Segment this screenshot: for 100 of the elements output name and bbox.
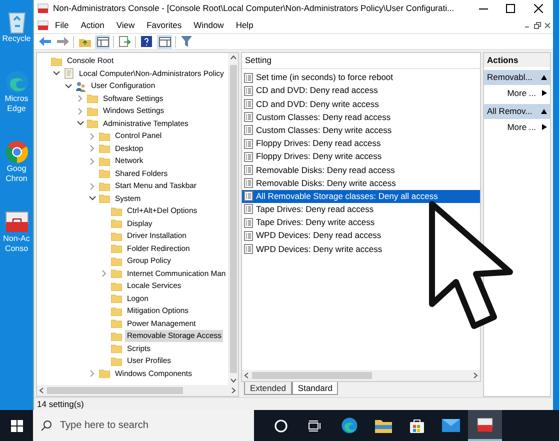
action-pane-icon[interactable] bbox=[157, 34, 172, 48]
policy-setting-icon bbox=[244, 218, 253, 228]
submenu-arrow-icon bbox=[542, 124, 547, 130]
action-label: More ... bbox=[507, 86, 536, 100]
setting-row[interactable]: Custom Classes: Deny write access bbox=[242, 124, 480, 137]
vertical-scrollbar[interactable] bbox=[228, 53, 238, 385]
action-link[interactable]: More ... bbox=[484, 85, 550, 101]
folder-icon bbox=[87, 106, 98, 116]
folder-icon bbox=[51, 56, 62, 66]
folder-icon[interactable] bbox=[374, 418, 392, 432]
setting-row[interactable]: Floppy Drives: Deny write access bbox=[242, 150, 480, 164]
back-icon[interactable] bbox=[37, 34, 52, 48]
desktop-icon-label: Non-Ac bbox=[3, 234, 30, 244]
menu-item[interactable]: Action bbox=[80, 18, 104, 32]
chevron-down-icon[interactable] bbox=[76, 121, 84, 126]
folder-icon bbox=[111, 356, 122, 366]
export-icon[interactable] bbox=[117, 34, 132, 48]
setting-row[interactable]: Floppy Drives: Deny read access bbox=[242, 136, 480, 150]
folder-icon bbox=[111, 206, 122, 216]
menu-item[interactable]: View bbox=[116, 18, 135, 32]
folder-icon bbox=[111, 244, 122, 254]
chevron-down-icon[interactable] bbox=[88, 196, 96, 202]
toolbox-icon[interactable] bbox=[37, 20, 49, 30]
folder-icon bbox=[111, 319, 122, 328]
chevron-right-icon[interactable] bbox=[90, 182, 94, 190]
chevron-right-icon[interactable] bbox=[78, 95, 82, 102]
menu-item[interactable]: Help bbox=[236, 18, 254, 32]
restore-icon[interactable] bbox=[534, 22, 541, 28]
chevron-right-icon[interactable] bbox=[90, 158, 94, 165]
section-header[interactable]: Removabl... bbox=[484, 70, 550, 85]
folder-icon bbox=[99, 132, 110, 141]
setting-row[interactable]: All Removable Storage classes: Deny all access bbox=[242, 190, 480, 203]
menu-item[interactable]: File bbox=[55, 18, 69, 32]
folder-icon bbox=[99, 369, 110, 378]
chevron-right-icon[interactable] bbox=[78, 108, 82, 115]
users-icon bbox=[75, 80, 86, 92]
column-header[interactable]: Setting bbox=[245, 54, 272, 67]
windows-logo-icon bbox=[10, 420, 22, 432]
setting-row[interactable]: CD and DVD: Deny write access bbox=[242, 97, 480, 111]
search-field[interactable]: Type here to search bbox=[33, 410, 254, 441]
maximize-icon[interactable] bbox=[506, 4, 515, 13]
setting-row[interactable]: Removable Disks: Deny write access bbox=[242, 176, 480, 190]
folder-icon bbox=[87, 94, 98, 104]
chevron-right-icon[interactable] bbox=[90, 132, 94, 140]
status-text: 14 setting(s) bbox=[37, 398, 84, 410]
collapse-icon[interactable] bbox=[541, 109, 547, 114]
policy-setting-icon bbox=[244, 164, 253, 175]
window-title: Non-Administrators Console - [Console Root\Local Computer\Non-Administrators Policy\User Configurati... bbox=[53, 2, 456, 15]
setting-row[interactable]: Tape Drives: Deny read access bbox=[242, 202, 480, 216]
toolbox-icon[interactable] bbox=[4, 210, 30, 234]
task-view-icon[interactable] bbox=[308, 420, 322, 432]
chevron-down-icon[interactable] bbox=[52, 71, 60, 76]
policy-setting-icon bbox=[244, 125, 253, 136]
menu-item[interactable]: Window bbox=[194, 18, 224, 32]
desktop-icon-label: Chron bbox=[6, 174, 28, 184]
collapse-icon[interactable] bbox=[541, 75, 547, 80]
folder-icon bbox=[99, 194, 110, 204]
toolbox-icon[interactable] bbox=[476, 416, 494, 432]
help-icon[interactable] bbox=[139, 34, 154, 48]
desktop-icon-label: Micros bbox=[4, 94, 28, 104]
folder-icon bbox=[111, 344, 122, 354]
menu-item[interactable]: Favorites bbox=[146, 18, 182, 32]
setting-row[interactable]: WPD Devices: Deny read access bbox=[242, 229, 480, 242]
tree-pane-icon[interactable] bbox=[95, 34, 110, 48]
action-link[interactable]: More ... bbox=[484, 119, 550, 135]
folder-icon bbox=[99, 182, 110, 191]
chrome-icon[interactable] bbox=[4, 140, 28, 164]
setting-row[interactable]: Set time (in seconds) to force reboot bbox=[242, 71, 480, 84]
forward-icon[interactable] bbox=[55, 34, 70, 48]
horizontal-scrollbar[interactable] bbox=[242, 370, 480, 381]
chevron-right-icon[interactable] bbox=[90, 370, 94, 378]
policy-setting-icon bbox=[244, 72, 253, 83]
shopping-bag-icon[interactable] bbox=[409, 418, 425, 434]
chevron-right-icon[interactable] bbox=[102, 270, 106, 278]
action-label: More ... bbox=[507, 120, 536, 134]
policy-setting-icon bbox=[244, 152, 253, 162]
chevron-down-icon[interactable] bbox=[64, 84, 72, 89]
policy-setting-icon bbox=[244, 178, 253, 188]
circle-icon[interactable] bbox=[274, 418, 288, 432]
section-header[interactable]: All Remov... bbox=[484, 104, 550, 119]
folder-icon bbox=[111, 294, 122, 304]
taskbar-button[interactable] bbox=[468, 410, 502, 441]
desktop-icon-label: Edge bbox=[7, 104, 26, 114]
folder-icon bbox=[87, 119, 98, 128]
folder-icon bbox=[111, 269, 122, 278]
folder-icon bbox=[99, 156, 110, 166]
setting-row[interactable]: Custom Classes: Deny read access bbox=[242, 110, 480, 124]
tab[interactable]: Standard bbox=[292, 382, 338, 395]
folder-icon bbox=[111, 219, 122, 228]
tab[interactable]: Extended bbox=[244, 382, 292, 395]
setting-row[interactable]: Tape Drives: Deny write access bbox=[242, 216, 480, 230]
edge-icon[interactable] bbox=[340, 417, 358, 434]
chevron-right-icon[interactable] bbox=[90, 145, 94, 152]
setting-row[interactable]: Removable Disks: Deny read access bbox=[242, 163, 480, 176]
close-icon[interactable] bbox=[534, 4, 543, 13]
folder-icon bbox=[111, 306, 122, 316]
horizontal-scrollbar[interactable] bbox=[37, 385, 238, 396]
folder-icon bbox=[111, 332, 122, 341]
setting-row[interactable]: CD and DVD: Deny read access bbox=[242, 84, 480, 98]
policy-setting-icon bbox=[244, 112, 253, 122]
